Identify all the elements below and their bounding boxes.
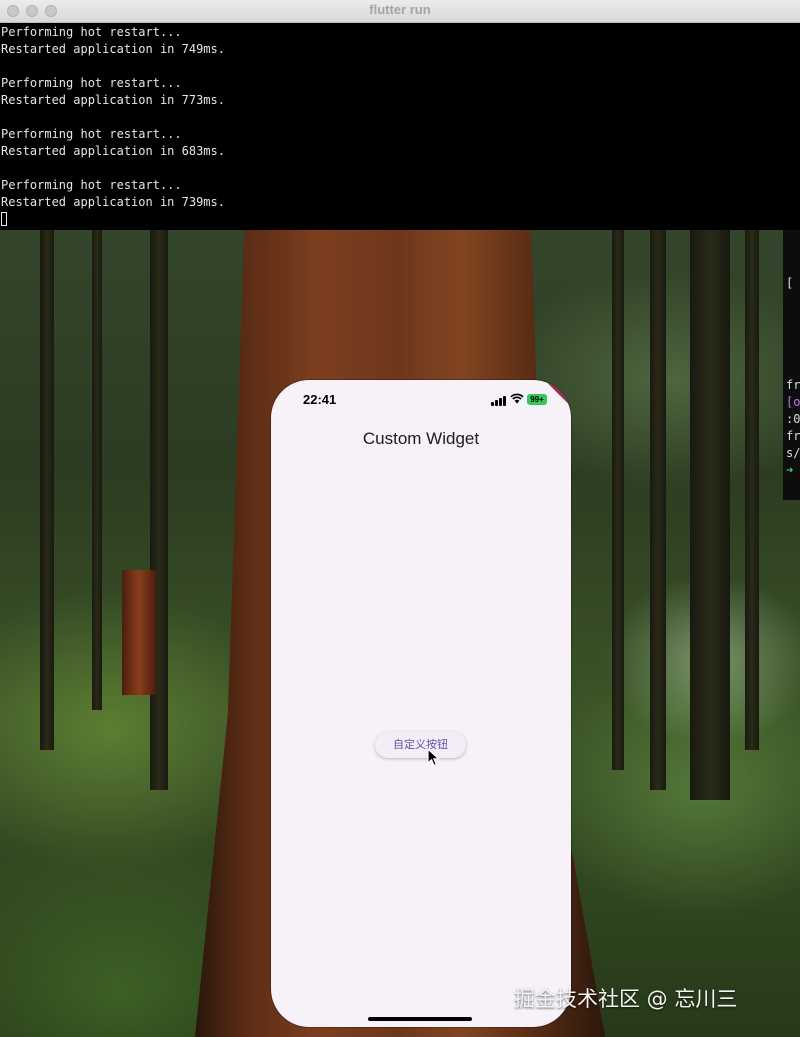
side-terminal-line: fr: [786, 429, 800, 443]
terminal-line: Restarted application in 683ms.: [1, 144, 225, 158]
battery-icon: 99+: [527, 394, 547, 405]
wallpaper-tree: [150, 230, 168, 790]
wifi-icon: [510, 393, 524, 404]
wallpaper-tree: [650, 230, 666, 790]
side-terminal-line: fr: [786, 378, 800, 392]
terminal-cursor: [1, 212, 7, 226]
terminal-output[interactable]: Performing hot restart... Restarted appl…: [0, 23, 800, 230]
terminal-line: Performing hot restart...: [1, 76, 182, 90]
terminal-line: Performing hot restart...: [1, 178, 182, 192]
side-terminal-prompt: ➜: [786, 463, 794, 477]
side-terminal-line: :0: [786, 412, 800, 426]
wallpaper-tree: [122, 570, 156, 695]
wallpaper-tree: [690, 230, 730, 800]
signal-icon: [491, 396, 506, 406]
side-terminal-line: [: [786, 276, 794, 290]
custom-button[interactable]: 自定义按钮: [375, 732, 466, 758]
mouse-pointer-icon: [427, 748, 440, 767]
phone-simulator: 22:41 99+ DEBUG Custom Widget 自定义按钮: [271, 380, 571, 1027]
status-time: 22:41: [303, 392, 337, 407]
watermark: 掘金技术社区 @ 忘川三: [514, 987, 738, 1011]
terminal-titlebar: flutter run: [0, 0, 800, 23]
terminal-line: Restarted application in 739ms.: [1, 195, 225, 209]
terminal-line: Restarted application in 773ms.: [1, 93, 225, 107]
home-indicator[interactable]: [368, 1017, 472, 1021]
side-terminal-line: s/: [786, 446, 800, 460]
wallpaper-tree: [745, 230, 759, 750]
wallpaper-tree: [40, 230, 54, 750]
terminal-title: flutter run: [369, 2, 431, 17]
app-bar-title: Custom Widget: [362, 429, 480, 448]
wallpaper-tree: [92, 230, 102, 710]
side-terminal-line: [o: [786, 395, 800, 409]
terminal-line: Restarted application in 749ms.: [1, 42, 225, 56]
terminal-line: Performing hot restart...: [1, 25, 182, 39]
terminal-line: Performing hot restart...: [1, 127, 182, 141]
wallpaper-tree: [612, 230, 624, 770]
